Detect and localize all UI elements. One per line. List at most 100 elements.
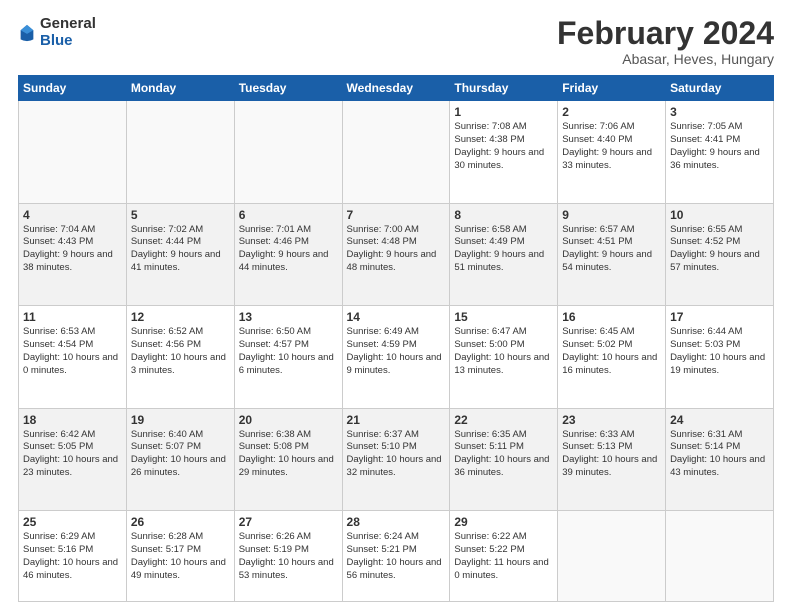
calendar-cell: 2 Sunrise: 7:06 AM Sunset: 4:40 PM Daylig… [558,101,666,203]
calendar: SundayMondayTuesdayWednesdayThursdayFrid… [18,75,774,602]
calendar-cell: 10 Sunrise: 6:55 AM Sunset: 4:52 PM Dayli… [666,203,774,305]
day-info: Sunrise: 6:49 AM Sunset: 4:59 PM Dayligh… [347,326,446,377]
day-header-thursday: Thursday [450,76,558,101]
calendar-cell: 25 Sunrise: 6:29 AM Sunset: 5:16 PM Dayli… [19,511,127,602]
calendar-cell: 16Sunrise: 6:45 AM Sunset: 5:02 PM Dayli… [558,306,666,408]
day-number: 25 [23,515,122,529]
calendar-cell: 24Sunrise: 6:31 AM Sunset: 5:14 PM Dayli… [666,408,774,510]
day-info: Sunrise: 6:35 AM Sunset: 5:11 PM Dayligh… [454,429,553,480]
calendar-cell [558,511,666,602]
day-info: Sunrise: 6:57 AM Sunset: 4:51 PM Dayligh… [562,224,661,275]
day-number: 23 [562,413,661,427]
day-info: Sunrise: 6:38 AM Sunset: 5:08 PM Dayligh… [239,429,338,480]
calendar-cell: 11 Sunrise: 6:53 AM Sunset: 4:54 PM Dayli… [19,306,127,408]
day-number: 8 [454,208,553,222]
day-info: Sunrise: 6:26 AM Sunset: 5:19 PM Dayligh… [239,531,338,582]
calendar-cell: 7 Sunrise: 7:00 AM Sunset: 4:48 PM Daylig… [342,203,450,305]
day-number: 1 [454,105,553,119]
day-info: Sunrise: 6:58 AM Sunset: 4:49 PM Dayligh… [454,224,553,275]
day-header-sunday: Sunday [19,76,127,101]
calendar-cell: 4 Sunrise: 7:04 AM Sunset: 4:43 PM Daylig… [19,203,127,305]
day-info: Sunrise: 6:29 AM Sunset: 5:16 PM Dayligh… [23,531,122,582]
calendar-cell: 29Sunrise: 6:22 AM Sunset: 5:22 PM Dayli… [450,511,558,602]
day-info: Sunrise: 7:05 AM Sunset: 4:41 PM Dayligh… [670,121,769,172]
day-info: Sunrise: 6:28 AM Sunset: 5:17 PM Dayligh… [131,531,230,582]
day-number: 22 [454,413,553,427]
calendar-cell: 27 Sunrise: 6:26 AM Sunset: 5:19 PM Dayli… [234,511,342,602]
calendar-cell: 3 Sunrise: 7:05 AM Sunset: 4:41 PM Daylig… [666,101,774,203]
day-info: Sunrise: 6:24 AM Sunset: 5:21 PM Dayligh… [347,531,446,582]
day-number: 19 [131,413,230,427]
calendar-cell: 9 Sunrise: 6:57 AM Sunset: 4:51 PM Daylig… [558,203,666,305]
day-info: Sunrise: 6:37 AM Sunset: 5:10 PM Dayligh… [347,429,446,480]
day-number: 6 [239,208,338,222]
calendar-cell: 18 Sunrise: 6:42 AM Sunset: 5:05 PM Dayli… [19,408,127,510]
calendar-cell: 20 Sunrise: 6:38 AM Sunset: 5:08 PM Dayli… [234,408,342,510]
calendar-cell: 19 Sunrise: 6:40 AM Sunset: 5:07 PM Dayli… [126,408,234,510]
day-number: 20 [239,413,338,427]
day-number: 5 [131,208,230,222]
day-number: 18 [23,413,122,427]
day-number: 14 [347,310,446,324]
day-info: Sunrise: 6:50 AM Sunset: 4:57 PM Dayligh… [239,326,338,377]
title-block: February 2024 Abasar, Heves, Hungary [557,16,774,67]
calendar-cell: 12 Sunrise: 6:52 AM Sunset: 4:56 PM Dayli… [126,306,234,408]
day-number: 21 [347,413,446,427]
calendar-cell [666,511,774,602]
day-header-wednesday: Wednesday [342,76,450,101]
calendar-cell: 14 Sunrise: 6:49 AM Sunset: 4:59 PM Dayli… [342,306,450,408]
day-number: 12 [131,310,230,324]
calendar-cell [342,101,450,203]
calendar-cell [126,101,234,203]
day-number: 27 [239,515,338,529]
calendar-cell: 15Sunrise: 6:47 AM Sunset: 5:00 PM Dayli… [450,306,558,408]
logo-blue: Blue [40,33,96,50]
day-number: 7 [347,208,446,222]
day-header-tuesday: Tuesday [234,76,342,101]
day-number: 9 [562,208,661,222]
day-header-friday: Friday [558,76,666,101]
calendar-cell: 22 Sunrise: 6:35 AM Sunset: 5:11 PM Dayli… [450,408,558,510]
day-number: 24 [670,413,769,427]
day-info: Sunrise: 7:04 AM Sunset: 4:43 PM Dayligh… [23,224,122,275]
calendar-cell: 13 Sunrise: 6:50 AM Sunset: 4:57 PM Dayli… [234,306,342,408]
day-number: 29 [454,515,553,529]
calendar-cell: 5 Sunrise: 7:02 AM Sunset: 4:44 PM Daylig… [126,203,234,305]
day-info: Sunrise: 7:08 AM Sunset: 4:38 PM Dayligh… [454,121,553,172]
day-number: 2 [562,105,661,119]
day-header-monday: Monday [126,76,234,101]
day-info: Sunrise: 6:45 AM Sunset: 5:02 PM Dayligh… [562,326,661,377]
header: General Blue February 2024 Abasar, Heves… [18,16,774,67]
day-number: 17 [670,310,769,324]
calendar-cell: 23 Sunrise: 6:33 AM Sunset: 5:13 PM Dayli… [558,408,666,510]
calendar-cell [19,101,127,203]
calendar-cell: 6 Sunrise: 7:01 AM Sunset: 4:46 PM Daylig… [234,203,342,305]
calendar-cell: 8 Sunrise: 6:58 AM Sunset: 4:49 PM Daylig… [450,203,558,305]
day-number: 13 [239,310,338,324]
calendar-cell: 1 Sunrise: 7:08 AM Sunset: 4:38 PM Daylig… [450,101,558,203]
subtitle: Abasar, Heves, Hungary [557,51,774,67]
day-header-saturday: Saturday [666,76,774,101]
page: General Blue February 2024 Abasar, Heves… [0,0,792,612]
day-info: Sunrise: 7:02 AM Sunset: 4:44 PM Dayligh… [131,224,230,275]
day-info: Sunrise: 6:42 AM Sunset: 5:05 PM Dayligh… [23,429,122,480]
day-info: Sunrise: 7:00 AM Sunset: 4:48 PM Dayligh… [347,224,446,275]
day-number: 28 [347,515,446,529]
day-number: 3 [670,105,769,119]
day-number: 26 [131,515,230,529]
calendar-cell [234,101,342,203]
day-info: Sunrise: 7:06 AM Sunset: 4:40 PM Dayligh… [562,121,661,172]
day-info: Sunrise: 6:47 AM Sunset: 5:00 PM Dayligh… [454,326,553,377]
day-info: Sunrise: 6:53 AM Sunset: 4:54 PM Dayligh… [23,326,122,377]
main-title: February 2024 [557,16,774,51]
day-info: Sunrise: 6:52 AM Sunset: 4:56 PM Dayligh… [131,326,230,377]
calendar-cell: 28 Sunrise: 6:24 AM Sunset: 5:21 PM Dayli… [342,511,450,602]
day-number: 11 [23,310,122,324]
day-number: 4 [23,208,122,222]
day-number: 10 [670,208,769,222]
day-info: Sunrise: 7:01 AM Sunset: 4:46 PM Dayligh… [239,224,338,275]
day-info: Sunrise: 6:40 AM Sunset: 5:07 PM Dayligh… [131,429,230,480]
day-info: Sunrise: 6:55 AM Sunset: 4:52 PM Dayligh… [670,224,769,275]
day-info: Sunrise: 6:44 AM Sunset: 5:03 PM Dayligh… [670,326,769,377]
day-info: Sunrise: 6:33 AM Sunset: 5:13 PM Dayligh… [562,429,661,480]
